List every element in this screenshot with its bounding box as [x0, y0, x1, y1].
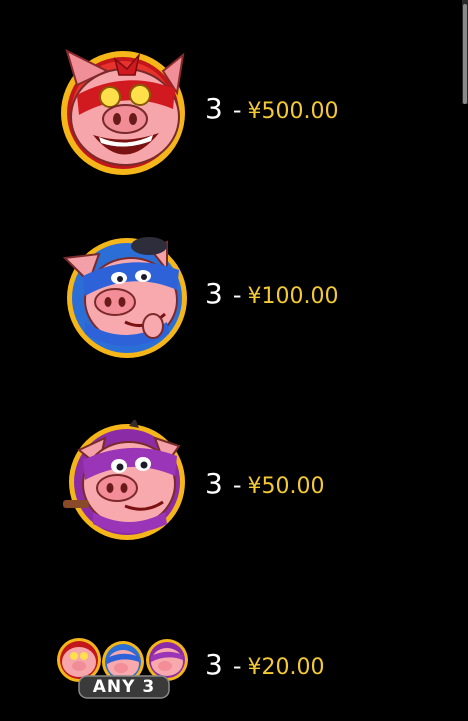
separator: -: [232, 281, 242, 309]
match-count: 3: [205, 92, 223, 125]
payout: 3 - ¥100.00: [205, 277, 338, 310]
paytable-row: 3 - ¥500.00: [0, 40, 468, 180]
paytable-row: 3 - ¥100.00: [0, 225, 468, 365]
any-three-label: ANY 3: [92, 677, 156, 697]
match-count: 3: [205, 648, 223, 681]
payout: 3 - ¥20.00: [205, 648, 324, 681]
match-count: 3: [205, 277, 223, 310]
payout: 3 - ¥500.00: [205, 92, 338, 125]
separator: -: [232, 96, 242, 124]
blue-pig-icon: [62, 237, 187, 358]
separator: -: [232, 652, 242, 680]
payout-amount: ¥50.00: [247, 474, 325, 499]
payout-amount: ¥100.00: [247, 284, 339, 309]
paytable-row: 3 - ¥50.00: [0, 415, 468, 555]
match-count: 3: [205, 467, 223, 500]
payout-amount: ¥500.00: [247, 99, 339, 124]
separator: -: [232, 471, 242, 499]
payout: 3 - ¥50.00: [205, 467, 324, 500]
paytable-row: ANY 3 3 - ¥20.00: [0, 625, 468, 705]
purple-pig-icon: [63, 420, 185, 540]
red-pig-icon: [61, 49, 185, 175]
payout-amount: ¥20.00: [247, 655, 325, 680]
